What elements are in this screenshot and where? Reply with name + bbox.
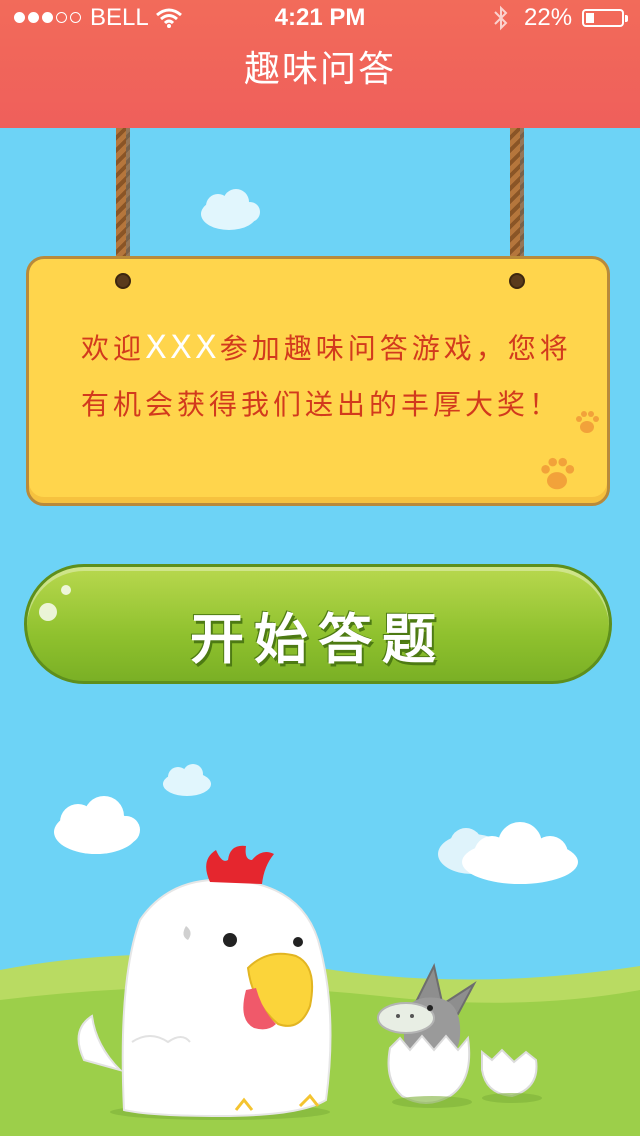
paw-icon [541,457,575,490]
page-title: 趣味问答 [243,49,396,90]
start-quiz-label: 开始答题 [190,608,446,671]
status-bar: BELL 4:21 PM 22% [0,0,640,36]
hanging-rope-left [116,128,130,276]
button-highlight [61,585,71,595]
cloud-decoration [201,189,260,230]
rope-hole [115,273,131,289]
hanging-rope-right [510,128,524,276]
welcome-text-start: 欢迎 [81,332,146,365]
battery-level [586,13,594,23]
battery-icon [582,9,628,27]
bluetooth-icon [494,5,508,31]
farm-scene [0,845,640,1136]
battery-percentage: 22% [524,4,573,31]
player-name: XXX [145,328,220,366]
welcome-message: 欢迎XXX参加趣味问答游戏，您将有机会获得我们送出的丰厚大奖！ [81,319,581,433]
welcome-sign: 欢迎XXX参加趣味问答游戏，您将有机会获得我们送出的丰厚大奖！ [26,256,610,506]
paw-icon [576,411,599,433]
app-header: BELL 4:21 PM 22% 趣味问答 [0,0,640,128]
rope-hole [509,273,525,289]
start-quiz-button[interactable]: 开始答题 [24,564,612,684]
